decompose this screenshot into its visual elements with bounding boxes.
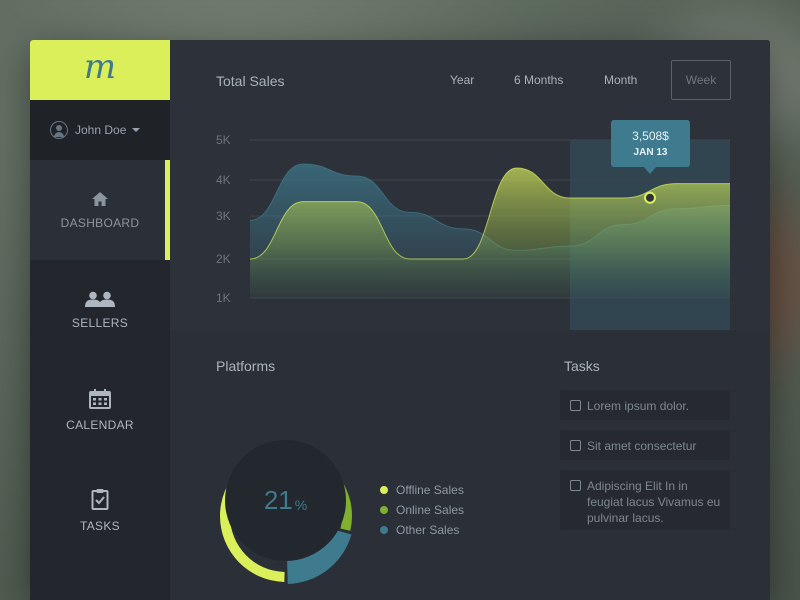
dashboard-window: m John Doe DASHBOARD SELLERS CALENDAR TA… xyxy=(30,40,770,600)
home-icon xyxy=(92,191,108,206)
legend-label: Other Sales xyxy=(396,523,460,537)
y-tick-label: 1K xyxy=(216,291,231,305)
donut-center: 21 % xyxy=(225,440,346,561)
chart-tooltip: 3,508$ JAN 13 xyxy=(611,120,690,174)
legend-item-offline: Offline Sales xyxy=(380,483,464,497)
donut-center-unit: % xyxy=(294,496,308,513)
task-text: Lorem ipsum dolor. xyxy=(587,399,690,413)
logo-text: m xyxy=(83,47,117,87)
legend-dot xyxy=(380,506,388,514)
sidebar-item-calendar[interactable]: CALENDAR xyxy=(30,360,170,460)
sidebar-item-tasks[interactable]: TASKS xyxy=(30,460,170,560)
tooltip-value: 3,508$ xyxy=(632,129,669,143)
tasks-title: Tasks xyxy=(564,358,600,374)
legend-item-online: Online Sales xyxy=(380,503,464,517)
y-tick-label: 4K xyxy=(216,173,231,187)
sales-area-chart: 5K 4K 3K 2K 1K xyxy=(216,133,731,330)
legend-label: Offline Sales xyxy=(396,483,464,497)
task-item[interactable]: Adipiscing Elit In in feugiat lacus Viva… xyxy=(560,470,730,530)
clipboard-icon xyxy=(91,488,109,510)
logo[interactable]: m xyxy=(30,40,170,100)
y-tick-label: 2K xyxy=(216,252,231,266)
y-tick-label: 5K xyxy=(216,133,231,147)
highlight-point xyxy=(644,191,656,204)
calendar-icon xyxy=(89,388,111,409)
sidebar-item-label: SELLERS xyxy=(71,315,129,330)
sidebar-item-label: TASKS xyxy=(80,518,120,533)
sidebar: m John Doe DASHBOARD SELLERS CALENDAR TA… xyxy=(30,40,170,600)
legend-dot xyxy=(380,486,388,494)
task-checkbox[interactable] xyxy=(570,400,581,411)
task-item[interactable]: Lorem ipsum dolor. xyxy=(560,390,730,420)
sidebar-item-sellers[interactable]: SELLERS xyxy=(30,260,170,360)
sidebar-item-label: CALENDAR xyxy=(66,417,134,432)
chevron-down-icon xyxy=(132,128,141,132)
y-tick-label: 3K xyxy=(216,209,231,223)
tooltip-date: JAN 13 xyxy=(633,147,668,158)
legend-label: Online Sales xyxy=(396,503,465,517)
user-name: John Doe xyxy=(75,123,127,137)
main-content: Total Sales Year 6 Months Month Week 5K 4… xyxy=(170,40,770,600)
legend-dot xyxy=(380,526,388,534)
platforms-title: Platforms xyxy=(216,358,276,374)
task-checkbox[interactable] xyxy=(570,480,581,491)
task-checkbox[interactable] xyxy=(570,440,581,451)
avatar xyxy=(50,121,68,139)
legend-item-other: Other Sales xyxy=(380,523,459,537)
task-text: Adipiscing Elit In in feugiat lacus Viva… xyxy=(587,479,721,525)
users-icon xyxy=(85,291,115,307)
user-menu[interactable]: John Doe xyxy=(30,100,170,160)
task-item[interactable]: Sit amet consectetur xyxy=(560,430,730,460)
sales-chart-panel: Total Sales Year 6 Months Month Week 5K 4… xyxy=(170,40,770,330)
lower-panel: Platforms 21 % Offline Sales Online Sale… xyxy=(170,330,770,600)
sidebar-item-label: DASHBOARD xyxy=(60,215,140,230)
donut-center-value: 21 xyxy=(263,485,293,515)
task-text: Sit amet consectetur xyxy=(587,439,697,453)
sidebar-item-dashboard[interactable]: DASHBOARD xyxy=(30,160,170,260)
